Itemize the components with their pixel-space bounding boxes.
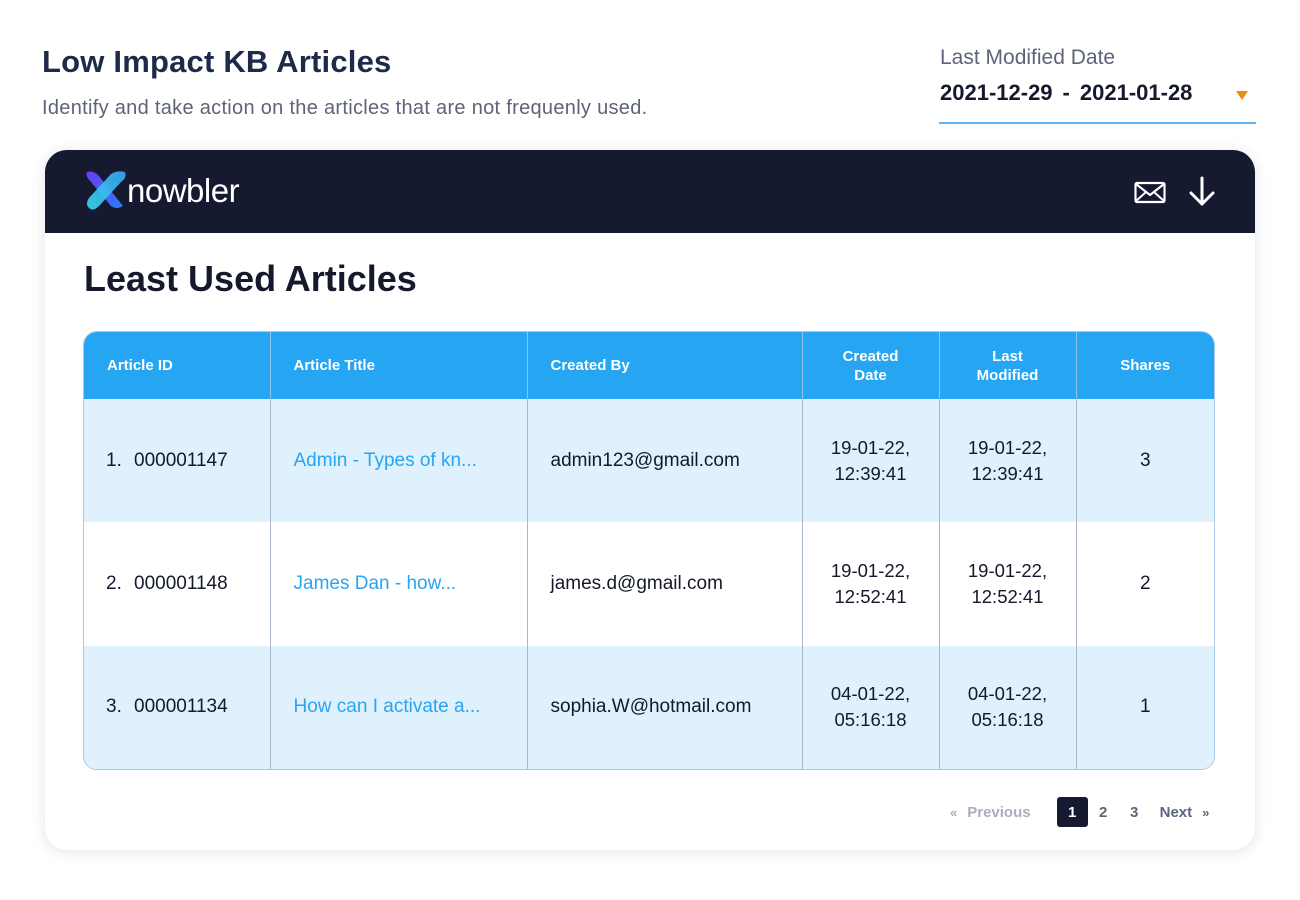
- created-time: 05:16:18: [834, 709, 907, 731]
- column-header-last-modified[interactable]: Last Modified: [939, 332, 1077, 399]
- modified-time: 12:39:41: [971, 462, 1044, 484]
- article-id-cell: 3. 000001134: [84, 645, 271, 769]
- article-id-cell: 2. 000001148: [84, 522, 271, 646]
- article-id: 000001148: [134, 572, 228, 594]
- next-label: Next: [1159, 803, 1193, 821]
- card-header-bar: nowbler: [45, 150, 1255, 233]
- column-header-article-id[interactable]: Article ID: [84, 332, 271, 399]
- created-date-cell: 04-01-22, 05:16:18: [802, 645, 940, 769]
- article-title-link[interactable]: How can I activate a...: [294, 696, 481, 717]
- modified-date: 04-01-22,: [967, 683, 1048, 705]
- articles-table: Article ID Article Title Created By Crea…: [83, 331, 1215, 770]
- mail-icon[interactable]: [1133, 176, 1167, 208]
- modified-date: 19-01-22,: [967, 436, 1048, 458]
- modified-time: 05:16:18: [971, 709, 1044, 731]
- created-date-cell: 19-01-22, 12:52:41: [802, 522, 940, 646]
- caret-down-icon[interactable]: [1236, 91, 1248, 100]
- created-by-cell: sophia.W@hotmail.com: [527, 645, 803, 769]
- table-row: 1. 000001147 Admin - Types of kn... admin…: [84, 399, 1214, 523]
- modified-date: 19-01-22,: [967, 559, 1048, 581]
- date-range-separator: -: [1062, 80, 1070, 105]
- last-modified-date-filter[interactable]: Last Modified Date 2021-12-29-2021-01-28: [939, 44, 1256, 124]
- page: Low Impact KB Articles Identify and take…: [0, 0, 1300, 900]
- last-modified-cell: 19-01-22, 12:39:41: [939, 399, 1077, 523]
- modified-time: 12:52:41: [971, 585, 1044, 607]
- date-range-start: 2021-12-29: [940, 80, 1053, 105]
- date-range-value: 2021-12-29-2021-01-28: [940, 80, 1192, 106]
- column-header-created-date[interactable]: Created Date: [802, 332, 940, 399]
- table-row: 2. 000001148 James Dan - how... james.d@g…: [84, 522, 1214, 646]
- last-modified-cell: 19-01-22, 12:52:41: [939, 522, 1077, 646]
- row-number: 3.: [106, 696, 122, 718]
- created-date: 19-01-22,: [830, 436, 911, 458]
- date-filter-label: Last Modified Date: [940, 46, 1116, 69]
- shares-cell: 2: [1139, 572, 1151, 594]
- previous-label: Previous: [967, 803, 1031, 821]
- article-title-link[interactable]: James Dan - how...: [294, 573, 457, 594]
- article-title-cell: James Dan - how...: [270, 522, 528, 646]
- article-title-cell: Admin - Types of kn...: [270, 399, 528, 523]
- created-time: 12:52:41: [834, 585, 907, 607]
- article-id: 000001147: [134, 449, 228, 471]
- page-1-button[interactable]: 1: [1056, 797, 1088, 827]
- article-title-link[interactable]: Admin - Types of kn...: [294, 450, 477, 471]
- last-modified-header-text: Last Modified: [976, 347, 1039, 384]
- least-used-articles-card: nowbler Least Used Articles Article ID A…: [45, 150, 1255, 850]
- article-id-cell: 1. 000001147: [84, 399, 271, 523]
- chevron-double-left-icon: «: [950, 804, 958, 820]
- previous-page-button[interactable]: « Previous: [950, 804, 1031, 821]
- chevron-double-right-icon: »: [1202, 804, 1210, 820]
- column-header-created-by[interactable]: Created By: [527, 332, 803, 399]
- date-range-end: 2021-01-28: [1079, 80, 1193, 105]
- created-date: 04-01-22,: [830, 683, 911, 705]
- created-date-header-text: Created Date: [842, 347, 899, 384]
- page-3-button[interactable]: 3: [1119, 797, 1150, 827]
- pagination: « Previous 1 2 3 Next »: [950, 797, 1209, 827]
- column-header-article-title[interactable]: Article Title: [270, 332, 528, 399]
- brand-name: nowbler: [127, 172, 240, 209]
- page-subtitle: Identify and take action on the articles…: [42, 97, 648, 119]
- article-id: 000001134: [134, 696, 228, 718]
- page-2-button[interactable]: 2: [1088, 797, 1119, 827]
- created-date-cell: 19-01-22, 12:39:41: [802, 399, 940, 523]
- row-number: 1.: [106, 449, 122, 471]
- last-modified-cell: 04-01-22, 05:16:18: [939, 645, 1077, 769]
- column-header-shares[interactable]: Shares: [1076, 332, 1214, 399]
- table-header-row: Article ID Article Title Created By Crea…: [84, 332, 1214, 399]
- created-time: 12:39:41: [834, 462, 907, 484]
- brand-logo: nowbler: [83, 168, 240, 212]
- download-icon[interactable]: [1185, 176, 1219, 208]
- created-by-cell: admin123@gmail.com: [527, 399, 803, 523]
- next-page-button[interactable]: Next »: [1160, 804, 1210, 821]
- table-row: 3. 000001134 How can I activate a... soph…: [84, 645, 1214, 769]
- shares-cell: 1: [1139, 696, 1151, 718]
- article-title-cell: How can I activate a...: [270, 645, 528, 769]
- page-title: Low Impact KB Articles: [42, 44, 392, 79]
- section-title: Least Used Articles: [84, 258, 417, 299]
- created-by-cell: james.d@gmail.com: [527, 522, 803, 646]
- row-number: 2.: [106, 572, 122, 594]
- shares-cell: 3: [1139, 449, 1151, 471]
- nowbler-logo-icon: [86, 171, 126, 210]
- created-date: 19-01-22,: [830, 559, 911, 581]
